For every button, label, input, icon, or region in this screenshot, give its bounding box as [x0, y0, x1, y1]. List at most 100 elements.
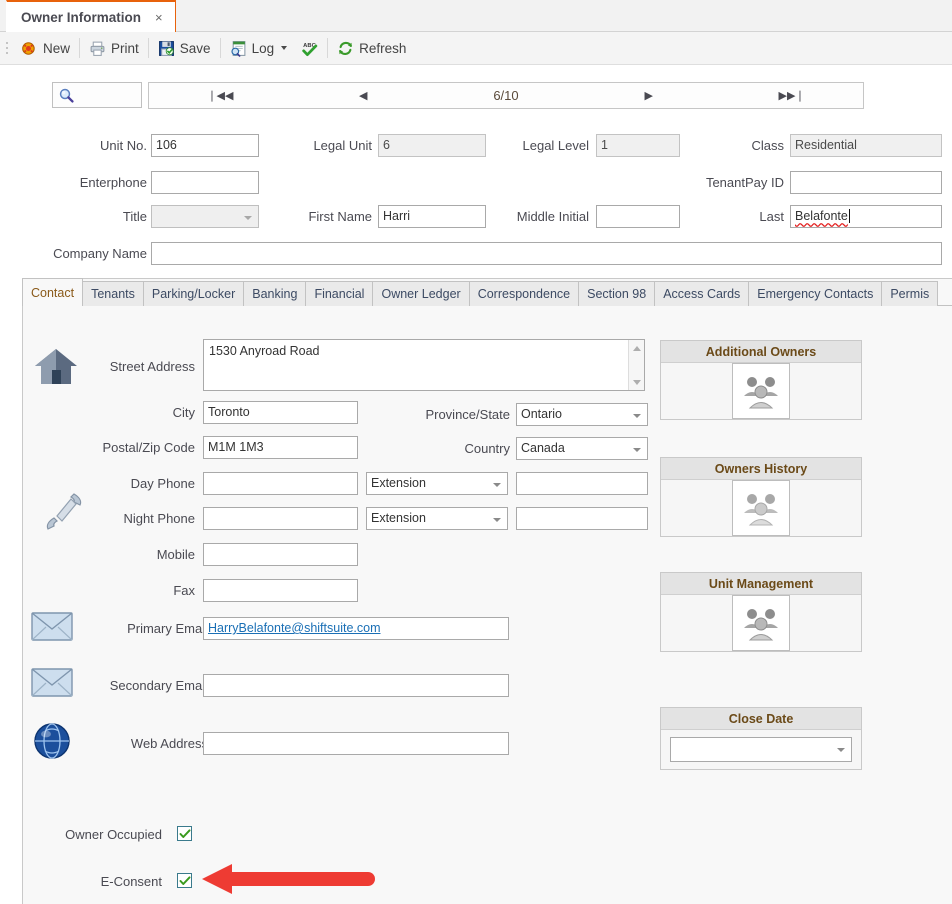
fax-field[interactable]: [203, 579, 358, 602]
country-dropdown[interactable]: Canada: [516, 437, 648, 460]
checkmark-icon: [179, 875, 190, 885]
mobile-field[interactable]: [203, 543, 358, 566]
people-group-icon: [744, 608, 778, 640]
class-field: Residential: [790, 134, 942, 157]
secondary-email-label: Secondary Email: [109, 678, 208, 693]
last-name-field[interactable]: Belafonte: [790, 205, 942, 228]
chevron-down-icon[interactable]: [281, 46, 288, 50]
toolbar-separator: [219, 38, 221, 58]
last-name-label: Last: [759, 209, 784, 224]
log-button-label: Log: [251, 40, 275, 56]
toolbar-grip-icon[interactable]: [2, 38, 12, 58]
nav-position-label: 6/10: [493, 88, 519, 103]
primary-email-link[interactable]: HarryBelafonte@shiftsuite.com: [208, 621, 380, 635]
first-name-label: First Name: [308, 209, 372, 224]
additional-owners-button[interactable]: [732, 362, 790, 419]
nav-next-button[interactable]: ▶: [577, 89, 720, 102]
checkmark-icon: [179, 828, 190, 838]
legal-unit-label: Legal Unit: [313, 138, 372, 153]
secondary-email-field[interactable]: [203, 674, 509, 697]
spellcheck-icon: ABC: [302, 42, 318, 56]
print-button[interactable]: Print: [82, 35, 146, 61]
night-phone-label: Night Phone: [123, 511, 195, 526]
close-date-dropdown[interactable]: [670, 736, 852, 762]
city-label: City: [172, 405, 195, 420]
web-address-field[interactable]: [203, 732, 509, 755]
search-button[interactable]: [52, 82, 142, 108]
street-address-field[interactable]: 1530 Anyroad Road: [203, 339, 645, 391]
street-address-scrollbar[interactable]: [628, 340, 644, 390]
tab-financial[interactable]: Financial: [305, 281, 374, 306]
province-label: Province/State: [425, 407, 510, 422]
owner-occupied-label: Owner Occupied: [65, 827, 162, 842]
toolbar-separator: [327, 38, 329, 58]
class-label: Class: [751, 138, 784, 153]
tab-tenants[interactable]: Tenants: [82, 281, 144, 306]
tenantpay-id-field[interactable]: [790, 171, 942, 194]
spellcheck-button[interactable]: ABC: [294, 35, 325, 61]
document-tab-owner-information[interactable]: Owner Information ×: [6, 0, 176, 32]
printer-icon: [90, 41, 105, 56]
log-search-icon: [230, 40, 245, 57]
log-button[interactable]: Log: [223, 35, 295, 61]
scroll-up-icon[interactable]: [629, 340, 644, 356]
toolbar-separator: [147, 38, 149, 58]
nav-first-button[interactable]: ❘◀◀: [149, 89, 292, 102]
unit-no-field[interactable]: 106: [151, 134, 259, 157]
day-extension-field[interactable]: [516, 472, 648, 495]
tab-correspondence[interactable]: Correspondence: [468, 281, 580, 306]
last-name-value: Belafonte: [795, 209, 848, 223]
day-extension-dropdown[interactable]: Extension: [366, 472, 508, 495]
nav-last-button[interactable]: ▶▶❘: [720, 89, 863, 102]
enterphone-field[interactable]: [151, 171, 259, 194]
primary-email-field[interactable]: HarryBelafonte@shiftsuite.com: [203, 617, 509, 640]
first-name-field[interactable]: Harri: [378, 205, 486, 228]
mobile-label: Mobile: [156, 547, 195, 562]
tab-section-98[interactable]: Section 98: [578, 281, 656, 306]
e-consent-label: E-Consent: [100, 874, 162, 889]
save-button[interactable]: Save: [151, 35, 218, 61]
additional-owners-title: Additional Owners: [661, 341, 861, 363]
province-dropdown[interactable]: Ontario: [516, 403, 648, 426]
refresh-button[interactable]: Refresh: [330, 35, 413, 61]
tab-permis[interactable]: Permis: [881, 281, 939, 306]
company-name-field[interactable]: [151, 242, 942, 265]
city-field[interactable]: Toronto: [203, 401, 358, 424]
tab-access-cards[interactable]: Access Cards: [654, 281, 750, 306]
people-group-icon: [744, 376, 778, 408]
title-dropdown[interactable]: [151, 205, 259, 228]
unit-management-button[interactable]: [732, 594, 790, 651]
save-disk-icon: [158, 40, 174, 56]
document-tab-label: Owner Information: [21, 9, 142, 25]
fax-label: Fax: [173, 583, 195, 598]
tab-parking-locker[interactable]: Parking/Locker: [142, 281, 245, 306]
primary-email-label: Primary Email: [127, 621, 208, 636]
postal-field[interactable]: M1M 1M3: [203, 436, 358, 459]
owner-occupied-checkbox[interactable]: [177, 826, 192, 841]
night-phone-field[interactable]: [203, 507, 358, 530]
day-phone-field[interactable]: [203, 472, 358, 495]
unit-management-panel: Unit Management: [660, 572, 862, 652]
night-extension-field[interactable]: [516, 507, 648, 530]
document-tabstrip: Owner Information ×: [0, 0, 952, 32]
night-extension-dropdown[interactable]: Extension: [366, 507, 508, 530]
scroll-down-icon[interactable]: [629, 374, 644, 390]
owners-history-button[interactable]: [732, 479, 790, 536]
section-tabstrip: Contact Tenants Parking/Locker Banking Finan…: [22, 278, 939, 306]
unit-no-label: Unit No.: [100, 138, 147, 153]
company-name-label: Company Name: [53, 246, 147, 261]
nav-previous-button[interactable]: ◀: [292, 89, 435, 102]
refresh-button-label: Refresh: [359, 40, 407, 56]
tab-owner-ledger[interactable]: Owner Ledger: [372, 281, 470, 306]
tab-contact[interactable]: Contact: [22, 278, 84, 306]
magnifier-icon: [59, 88, 74, 103]
country-label: Country: [464, 441, 510, 456]
e-consent-checkbox[interactable]: [177, 873, 192, 888]
tab-banking[interactable]: Banking: [243, 281, 307, 306]
tab-emergency-contacts[interactable]: Emergency Contacts: [748, 281, 883, 306]
close-icon[interactable]: ×: [155, 11, 163, 24]
toolbar-separator: [79, 38, 81, 58]
new-button[interactable]: New: [14, 35, 77, 61]
middle-initial-label: Middle Initial: [516, 209, 589, 224]
save-button-label: Save: [179, 40, 211, 56]
